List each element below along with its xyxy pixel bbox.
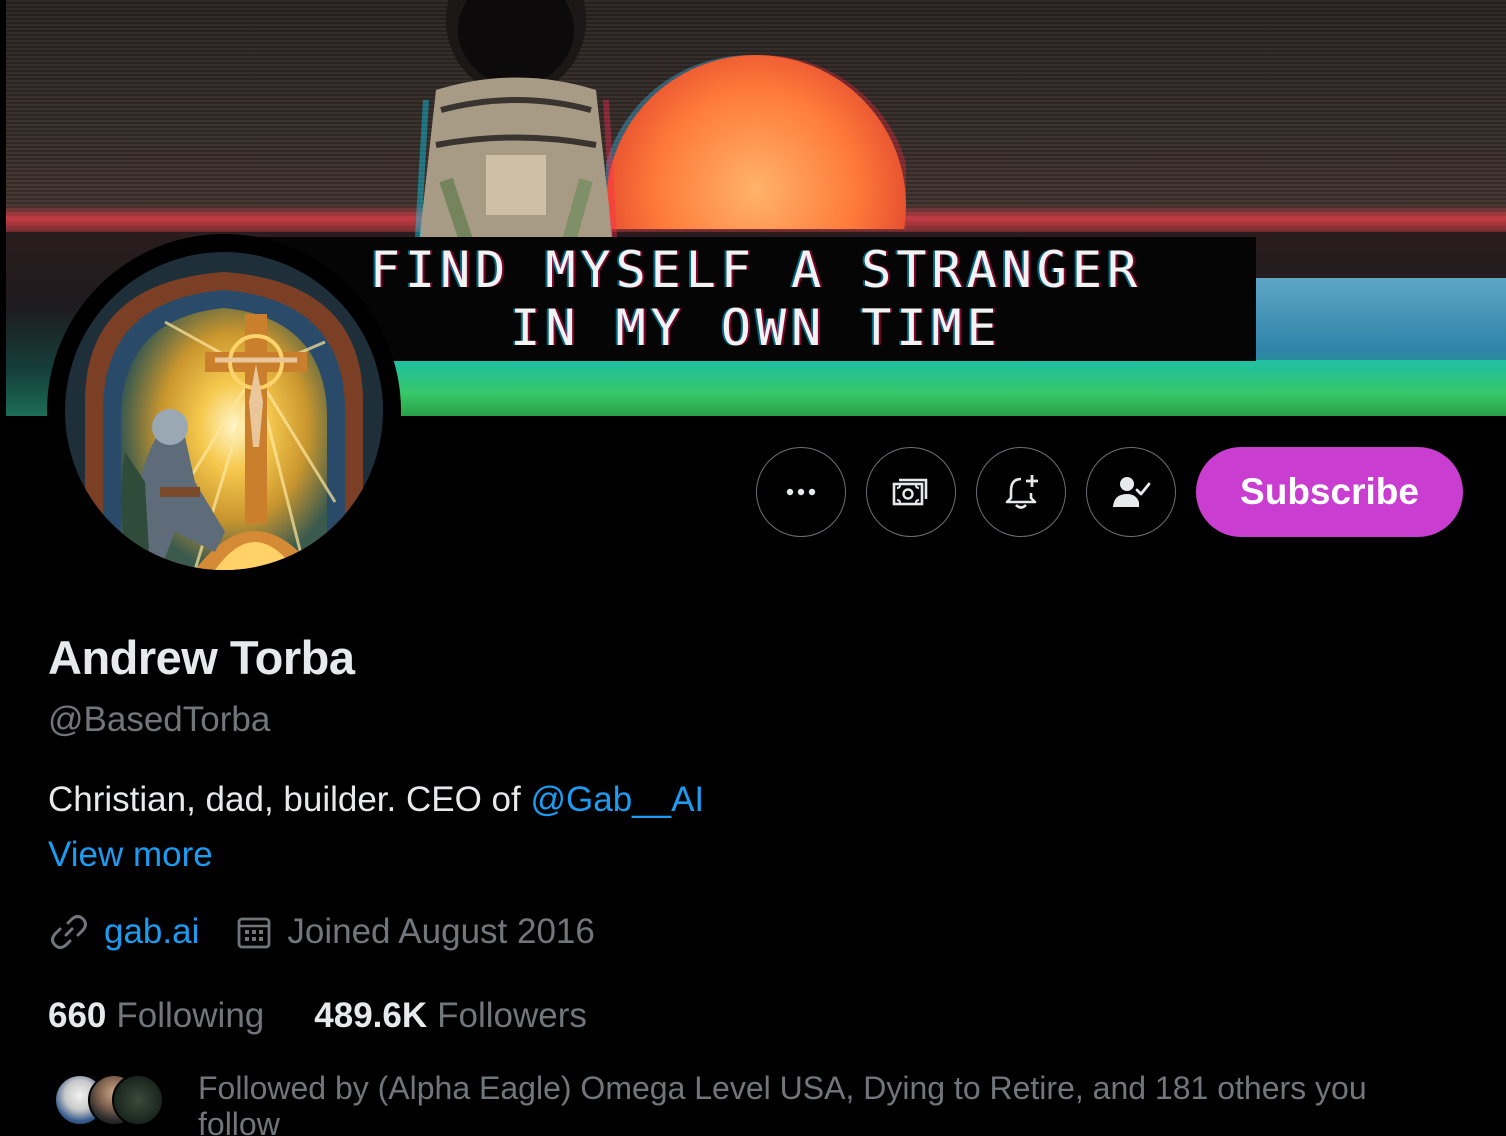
website-link[interactable]: gab.ai — [104, 912, 199, 952]
view-more-link[interactable]: View more — [48, 835, 213, 875]
person-check-icon — [1113, 477, 1151, 507]
following-count: 660 — [48, 996, 107, 1035]
follower-avatar — [112, 1074, 164, 1126]
subscribe-button[interactable]: Subscribe — [1196, 447, 1463, 537]
following-label: Following — [116, 996, 265, 1035]
followers-label: Followers — [437, 996, 587, 1035]
money-icon — [892, 478, 928, 506]
banner-caption-line1: FIND MYSELF A STRANGER — [369, 241, 1143, 299]
calendar-icon — [237, 917, 271, 949]
profile-actions: Subscribe — [756, 447, 1463, 537]
bell-plus-icon — [1005, 475, 1038, 509]
banner-grass — [256, 360, 1506, 416]
bio-text: Christian, dad, builder. CEO of — [48, 780, 531, 819]
banner-caption-line2: IN MY OWN TIME — [510, 299, 1002, 357]
profile-meta: gab.ai Joined August 2016 — [48, 910, 595, 954]
tip-button[interactable] — [866, 447, 956, 537]
followers-count-link[interactable]: 489.6K Followers — [314, 996, 587, 1036]
joined-date: Joined August 2016 — [287, 912, 595, 951]
banner-caption: FIND MYSELF A STRANGER IN MY OWN TIME — [256, 237, 1256, 361]
profile-name: Andrew Torba — [48, 631, 355, 684]
notify-button[interactable] — [976, 447, 1066, 537]
bio-mention-link[interactable]: @Gab__AI — [530, 780, 704, 819]
profile-handle: @BasedTorba — [48, 700, 271, 739]
following-count-link[interactable]: 660 Following — [48, 996, 264, 1036]
followed-by-avatars — [48, 1070, 168, 1130]
more-icon — [786, 488, 816, 496]
followers-count: 489.6K — [314, 996, 428, 1035]
following-button[interactable] — [1086, 447, 1176, 537]
avatar-stained-glass-image — [65, 252, 383, 570]
link-icon — [51, 915, 87, 949]
more-button[interactable] — [756, 447, 846, 537]
followed-by-row[interactable]: Followed by (Alpha Eagle) Omega Level US… — [48, 1070, 1448, 1136]
followed-by-text: Followed by (Alpha Eagle) Omega Level US… — [198, 1070, 1367, 1136]
profile-avatar[interactable] — [47, 234, 401, 588]
follow-counts: 660 Following 489.6K Followers — [48, 996, 587, 1036]
profile-page: FIND MYSELF A STRANGER IN MY OWN TIME Su… — [0, 0, 1506, 1136]
profile-bio: Christian, dad, builder. CEO of @Gab__AI — [48, 780, 704, 820]
